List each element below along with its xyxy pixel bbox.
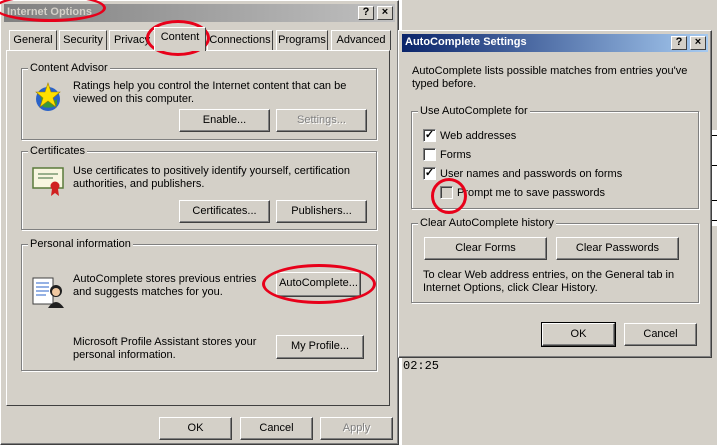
- forms-checkbox[interactable]: [423, 148, 436, 161]
- clear-passwords-button[interactable]: Clear Passwords: [556, 237, 679, 260]
- user-names-passwords-label: User names and passwords on forms: [440, 168, 623, 180]
- ok-button[interactable]: OK: [159, 417, 232, 440]
- annotation-circle-prompt-checkbox: [431, 178, 467, 214]
- clear-history-label: Clear AutoComplete history: [418, 217, 556, 229]
- personal-information-label: Personal information: [28, 238, 133, 250]
- autocomplete-intro: AutoComplete lists possible matches from…: [412, 65, 688, 90]
- certificates-description: Use certificates to positively identify …: [73, 165, 350, 190]
- prompt-save-passwords-label: Prompt me to save passwords: [457, 187, 605, 199]
- enable-button[interactable]: Enable...: [179, 109, 270, 132]
- content-advisor-description: Ratings help you control the Internet co…: [73, 80, 347, 105]
- background-time: 02:25: [403, 359, 440, 373]
- tab-advanced[interactable]: Advanced: [331, 30, 391, 50]
- certificates-label: Certificates: [28, 145, 88, 157]
- web-addresses-checkbox[interactable]: ✓: [423, 129, 436, 142]
- close-icon[interactable]: ×: [690, 36, 706, 50]
- autocomplete-title: AutoComplete Settings: [405, 36, 527, 48]
- publishers-button[interactable]: Publishers...: [276, 200, 367, 223]
- autocomplete-titlebar[interactable]: AutoComplete Settings ? ×: [402, 34, 708, 52]
- content-advisor-star-icon: [35, 82, 61, 111]
- help-icon[interactable]: ?: [358, 6, 374, 20]
- certificate-icon: [32, 167, 64, 196]
- use-autocomplete-label: Use AutoComplete for: [418, 105, 530, 117]
- annotation-circle-autocomplete-button: [262, 264, 376, 304]
- settings-button[interactable]: Settings...: [276, 109, 367, 132]
- close-icon[interactable]: ×: [377, 6, 393, 20]
- autocomplete-cancel-button[interactable]: Cancel: [624, 323, 697, 346]
- tab-general[interactable]: General: [9, 30, 57, 50]
- profile-card-icon: [32, 277, 64, 308]
- cancel-button[interactable]: Cancel: [240, 417, 313, 440]
- tab-content[interactable]: Content: [154, 27, 206, 51]
- clear-history-note: To clear Web address entries, on the Gen…: [423, 269, 675, 294]
- help-icon[interactable]: ?: [671, 36, 687, 50]
- autocomplete-description: AutoComplete stores previous entries and…: [73, 273, 257, 298]
- my-profile-button[interactable]: My Profile...: [276, 335, 364, 359]
- profile-description: Microsoft Profile Assistant stores your …: [73, 336, 257, 361]
- apply-button[interactable]: Apply: [320, 417, 393, 440]
- autocomplete-ok-button[interactable]: OK: [541, 322, 616, 347]
- internet-options-dialog: Internet Options ? × General Security Pr…: [0, 0, 399, 445]
- user-names-passwords-checkbox[interactable]: ✓: [423, 167, 436, 180]
- tab-security[interactable]: Security: [59, 30, 107, 50]
- certificates-button[interactable]: Certificates...: [179, 200, 270, 223]
- content-advisor-label: Content Advisor: [28, 62, 110, 74]
- forms-label: Forms: [440, 149, 472, 161]
- tab-programs[interactable]: Programs: [276, 30, 328, 50]
- web-addresses-label: Web addresses: [440, 130, 517, 142]
- clear-forms-button[interactable]: Clear Forms: [424, 237, 547, 260]
- tab-connections[interactable]: Connections: [207, 30, 273, 50]
